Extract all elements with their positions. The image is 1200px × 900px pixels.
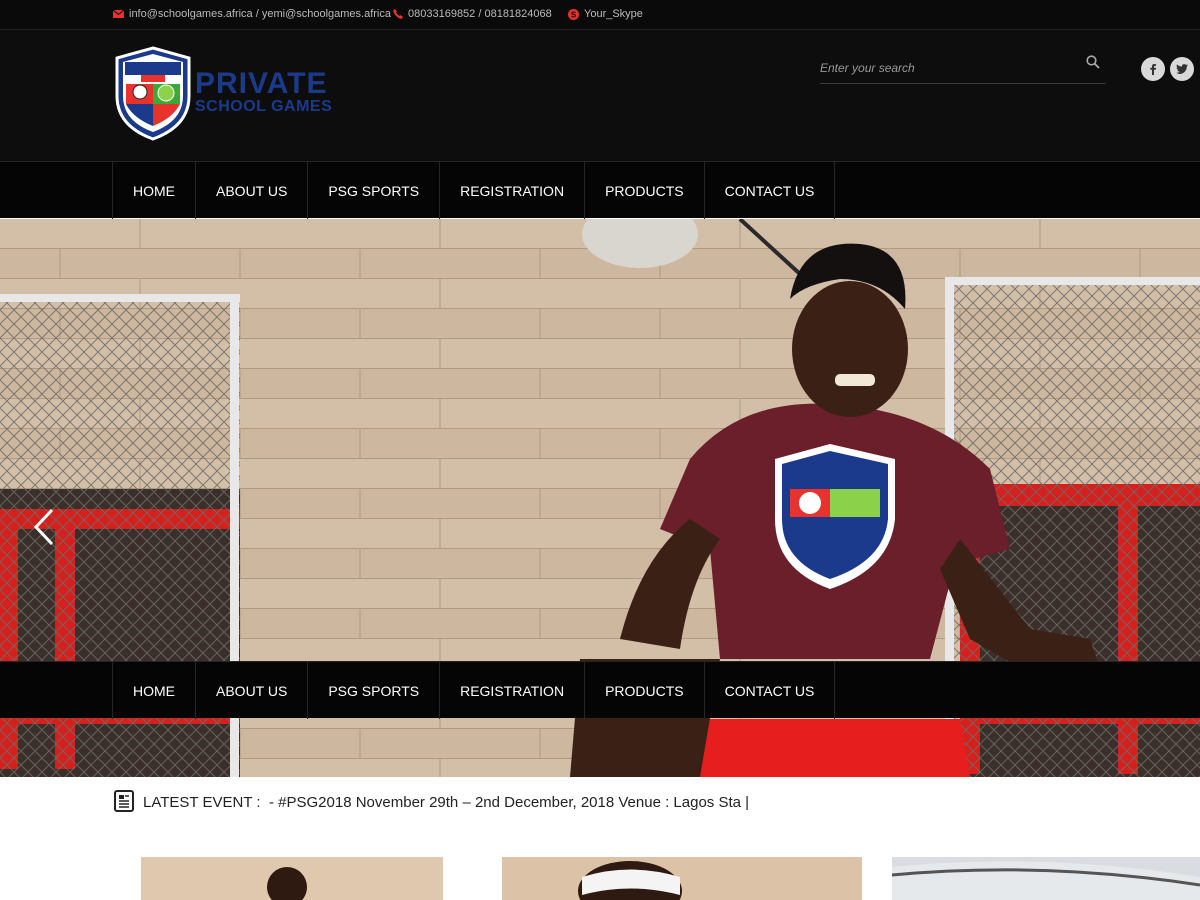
nav-item-about-us[interactable]: ABOUT US bbox=[196, 162, 309, 219]
sticky-nav: HOME ABOUT US PSG SPORTS REGISTRATION PR… bbox=[0, 661, 1200, 719]
latest-event-text[interactable]: - #PSG2018 November 29th – 2nd December,… bbox=[269, 794, 749, 811]
site-header: PRIVATE SCHOOL GAMES bbox=[0, 30, 1200, 162]
svg-text:S: S bbox=[571, 10, 577, 19]
skype-contact[interactable]: S Your_Skype bbox=[568, 8, 643, 20]
top-contact-bar: info@schoolgames.africa / yemi@schoolgam… bbox=[0, 0, 1200, 30]
slider-prev-arrow[interactable] bbox=[32, 507, 58, 547]
twitter-icon bbox=[1176, 64, 1188, 74]
search-box bbox=[820, 53, 1106, 84]
nav-item-contact-us[interactable]: CONTACT US bbox=[705, 162, 836, 219]
search-button[interactable] bbox=[1086, 55, 1104, 73]
nav-item-home[interactable]: HOME bbox=[113, 162, 196, 219]
main-nav: HOME ABOUT US PSG SPORTS REGISTRATION PR… bbox=[0, 161, 1200, 219]
newspaper-icon bbox=[114, 790, 134, 812]
search-icon bbox=[1086, 55, 1100, 69]
email-contact[interactable]: info@schoolgames.africa / yemi@schoolgam… bbox=[113, 8, 391, 20]
envelope-icon bbox=[113, 10, 124, 18]
logo-wordmark-line2: SCHOOL GAMES bbox=[195, 98, 333, 115]
nav-item-registration[interactable]: REGISTRATION bbox=[440, 162, 586, 219]
post-thumbnail[interactable] bbox=[141, 857, 443, 900]
latest-event-label: LATEST EVENT : bbox=[143, 794, 261, 811]
skype-text: Your_Skype bbox=[584, 8, 643, 20]
facebook-link[interactable] bbox=[1141, 57, 1165, 81]
skype-icon: S bbox=[568, 8, 579, 20]
search-input[interactable] bbox=[820, 57, 1070, 79]
psg-shield-logo bbox=[115, 46, 191, 141]
post-thumbnail-image bbox=[502, 857, 862, 900]
main-nav-list: HOME ABOUT US PSG SPORTS REGISTRATION PR… bbox=[112, 162, 836, 219]
post-thumbnail-image bbox=[892, 857, 1200, 900]
latest-event-ticker: LATEST EVENT : - #PSG2018 November 29th … bbox=[0, 777, 1200, 837]
nav-item-products[interactable]: PRODUCTS bbox=[585, 662, 705, 719]
post-thumbnail[interactable] bbox=[892, 857, 1200, 900]
nav-item-psg-sports[interactable]: PSG SPORTS bbox=[308, 662, 441, 719]
phone-contact[interactable]: 08033169852 / 08181824068 bbox=[393, 8, 552, 20]
logo-wordmark-line1: PRIVATE bbox=[195, 67, 328, 100]
post-thumbnail[interactable] bbox=[502, 857, 862, 900]
email-text: info@schoolgames.africa / yemi@schoolgam… bbox=[129, 8, 391, 20]
phone-icon bbox=[393, 9, 403, 19]
sticky-nav-list: HOME ABOUT US PSG SPORTS REGISTRATION PR… bbox=[112, 662, 836, 719]
nav-item-contact-us[interactable]: CONTACT US bbox=[705, 662, 836, 719]
twitter-link[interactable] bbox=[1170, 57, 1194, 81]
phone-text: 08033169852 / 08181824068 bbox=[408, 8, 552, 20]
logo-wordmark: PRIVATE SCHOOL GAMES bbox=[195, 69, 332, 115]
nav-item-home[interactable]: HOME bbox=[113, 662, 196, 719]
nav-item-registration[interactable]: REGISTRATION bbox=[440, 662, 586, 719]
nav-item-psg-sports[interactable]: PSG SPORTS bbox=[308, 162, 441, 219]
nav-item-about-us[interactable]: ABOUT US bbox=[196, 662, 309, 719]
site-logo[interactable]: PRIVATE SCHOOL GAMES bbox=[113, 46, 363, 141]
post-thumbnail-image bbox=[141, 857, 443, 900]
facebook-icon bbox=[1150, 64, 1156, 75]
nav-item-products[interactable]: PRODUCTS bbox=[585, 162, 705, 219]
